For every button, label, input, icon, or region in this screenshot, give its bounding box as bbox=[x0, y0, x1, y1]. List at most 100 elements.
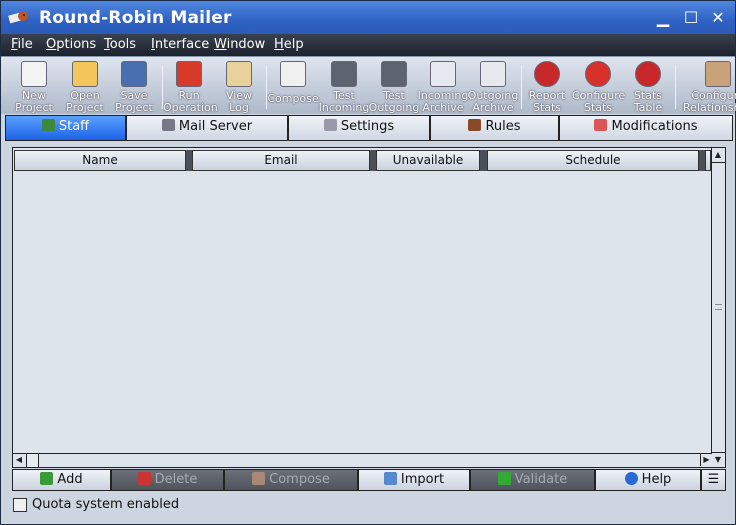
mail-server-icon bbox=[161, 119, 175, 131]
gavel-icon bbox=[468, 119, 482, 131]
toolbar-label: Stats bbox=[583, 101, 613, 114]
delete-button[interactable]: Delete bbox=[111, 469, 224, 491]
main-window: Round-Robin Mailer ▁ ☐ ✕ File Options Tool… bbox=[0, 0, 736, 525]
quota-checkbox[interactable] bbox=[13, 498, 27, 512]
test-incoming-icon bbox=[331, 61, 357, 87]
column-header-email[interactable]: Email bbox=[192, 150, 370, 171]
scroll-left-icon[interactable]: ◀ bbox=[13, 454, 25, 466]
pie-chart-gear-icon bbox=[585, 61, 611, 87]
scroll-grip[interactable] bbox=[715, 304, 722, 310]
toolbar-label: Project bbox=[15, 101, 53, 114]
tab-mail-server[interactable]: Mail Server bbox=[126, 115, 288, 141]
toolbar-label: Log bbox=[229, 101, 249, 114]
toolbar-compose[interactable]: Compose bbox=[267, 61, 319, 105]
window-title: Round-Robin Mailer bbox=[39, 8, 232, 28]
toolbar-outgoing-archive[interactable]: Outgoing Archive bbox=[467, 61, 519, 114]
import-icon bbox=[383, 472, 397, 485]
floppy-disk-icon bbox=[121, 61, 147, 87]
toolbar-test-incoming[interactable]: Test Incoming bbox=[318, 61, 370, 114]
toolbar-save-project[interactable]: Save Project bbox=[108, 61, 160, 114]
tab-label: Rules bbox=[485, 119, 521, 134]
toolbar-label: Outgoing bbox=[368, 101, 420, 114]
toolbar-label: Table bbox=[633, 101, 663, 114]
import-button[interactable]: Import bbox=[358, 469, 470, 491]
toolbar-label: Operation bbox=[163, 101, 218, 114]
settings-gear-icon bbox=[323, 119, 337, 131]
scroll-right-icon[interactable]: ▶ bbox=[700, 454, 712, 466]
toolbar-run-operation[interactable]: Run Operation bbox=[163, 61, 218, 114]
column-header-extra[interactable] bbox=[705, 150, 711, 171]
add-button[interactable]: Add bbox=[12, 469, 111, 491]
tab-bar: Staff Mail Server Settings Rules Modificatio… bbox=[5, 115, 733, 141]
toolbar-configure-stats[interactable]: Configure Stats bbox=[572, 61, 625, 114]
toolbar-separator bbox=[521, 65, 522, 109]
toolbar-label: Compose bbox=[267, 92, 319, 105]
toolbar-label: Relationships bbox=[683, 101, 736, 114]
toolbar-incoming-archive[interactable]: Incoming Archive bbox=[417, 61, 469, 114]
menu-label: Tools bbox=[104, 37, 137, 52]
run-arrows-icon bbox=[176, 61, 202, 87]
menu-help[interactable]: Help bbox=[274, 37, 304, 52]
menu-window[interactable]: Window bbox=[214, 37, 265, 52]
toolbar: New Project Open Project Save Project Run Opera… bbox=[1, 56, 736, 114]
tab-rules[interactable]: Rules bbox=[430, 115, 559, 141]
tab-label: Modifications bbox=[611, 119, 698, 134]
tab-label: Staff bbox=[58, 119, 90, 134]
action-buttons: ☰ Add Delete Compose Import Validate Help bbox=[12, 469, 726, 491]
tab-staff[interactable]: Staff bbox=[5, 115, 126, 141]
toolbar-separator bbox=[675, 65, 676, 109]
toolbar-separator bbox=[162, 65, 163, 109]
tab-label: Mail Server bbox=[178, 119, 253, 134]
toolbar-configure-relationships[interactable]: ConfigureRelationships bbox=[683, 61, 736, 114]
menu-options[interactable]: Options bbox=[46, 37, 96, 52]
toolbar-label: Archive bbox=[422, 101, 464, 114]
toolbar-stats-table[interactable]: Stats Table bbox=[622, 61, 674, 114]
toolbar-label: Project bbox=[115, 101, 153, 114]
horizontal-scrollbar[interactable]: ◀ ▶ bbox=[13, 453, 712, 467]
column-header-schedule[interactable]: Schedule bbox=[487, 150, 699, 171]
staff-people-icon bbox=[41, 119, 55, 131]
menu-label: Interface bbox=[151, 37, 210, 52]
validate-button[interactable]: Validate bbox=[470, 469, 595, 491]
scroll-down-icon[interactable]: ▼ bbox=[712, 454, 724, 466]
validate-check-icon bbox=[497, 472, 511, 485]
compose-icon bbox=[252, 472, 266, 485]
toolbar-view-log[interactable]: View Log bbox=[213, 61, 265, 114]
more-menu-button[interactable]: ☰ bbox=[701, 469, 726, 491]
toolbar-report-stats[interactable]: Report Stats bbox=[521, 61, 573, 114]
column-header-unavailable[interactable]: Unavailable bbox=[376, 150, 480, 171]
menu-tools[interactable]: Tools bbox=[104, 37, 136, 52]
column-resize-handle[interactable] bbox=[480, 150, 487, 171]
modifications-icon bbox=[594, 119, 608, 131]
robin-bird-icon bbox=[8, 11, 28, 24]
open-folder-icon bbox=[72, 61, 98, 87]
toolbar-new-project[interactable]: New Project bbox=[8, 61, 60, 114]
menu-bar: File Options Tools Interface Window Help bbox=[1, 34, 735, 56]
toolbar-open-project[interactable]: Open Project bbox=[59, 61, 111, 114]
scroll-thumb[interactable] bbox=[26, 454, 39, 467]
button-label: Delete bbox=[154, 472, 198, 487]
help-icon bbox=[624, 472, 638, 485]
menu-label: File bbox=[11, 37, 33, 52]
tab-label: Settings bbox=[340, 119, 395, 134]
help-button[interactable]: Help bbox=[595, 469, 701, 491]
minimize-button[interactable]: ▁ bbox=[655, 10, 671, 26]
scroll-divider bbox=[712, 162, 725, 163]
scroll-icon bbox=[226, 61, 252, 87]
incoming-archive-icon bbox=[430, 61, 456, 87]
menu-label: Window bbox=[214, 37, 266, 52]
toolbar-test-outgoing[interactable]: Test Outgoing bbox=[368, 61, 420, 114]
close-button[interactable]: ✕ bbox=[710, 10, 726, 26]
tab-settings[interactable]: Settings bbox=[288, 115, 430, 141]
handshake-gear-icon bbox=[705, 61, 731, 87]
scroll-up-icon[interactable]: ▲ bbox=[712, 149, 724, 161]
button-label: Import bbox=[400, 472, 445, 487]
menu-label: Options bbox=[46, 37, 97, 52]
tab-modifications[interactable]: Modifications bbox=[559, 115, 733, 141]
column-header-name[interactable]: Name bbox=[14, 150, 186, 171]
vertical-scrollbar[interactable]: ▲ ▼ bbox=[711, 148, 725, 467]
menu-interface[interactable]: Interface bbox=[151, 37, 209, 52]
maximize-button[interactable]: ☐ bbox=[683, 10, 699, 26]
menu-file[interactable]: File bbox=[11, 37, 33, 52]
compose-button[interactable]: Compose bbox=[224, 469, 358, 491]
